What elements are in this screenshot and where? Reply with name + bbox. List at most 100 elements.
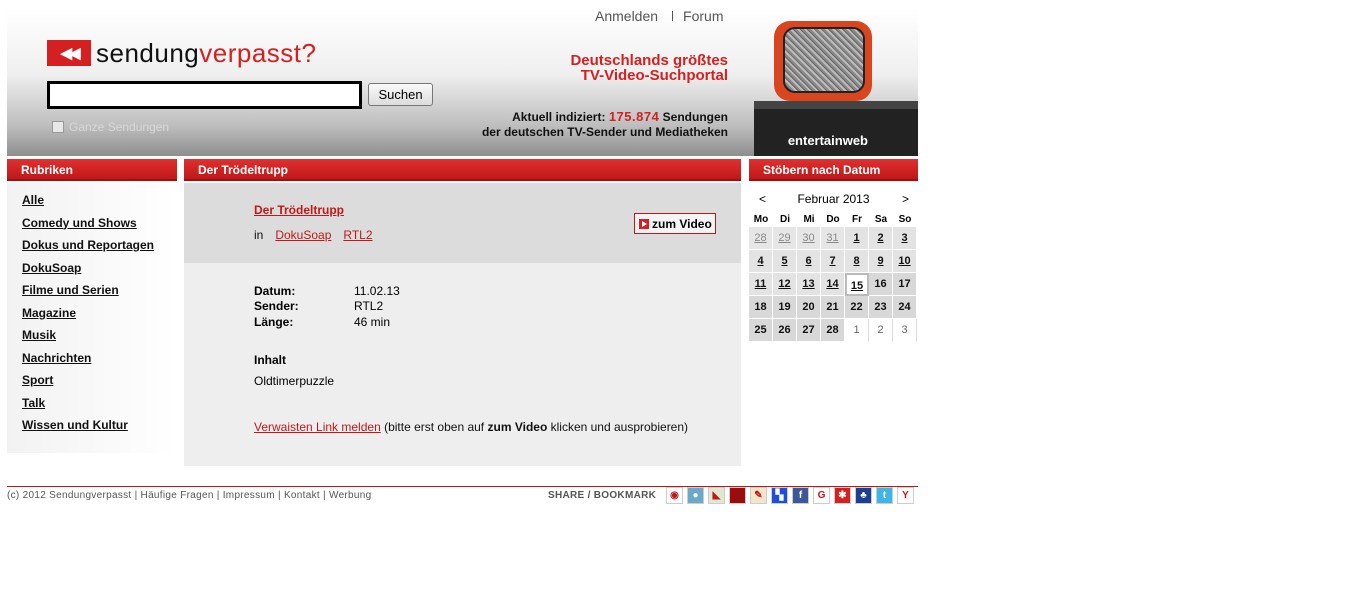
calendar-day[interactable]: 6 — [797, 250, 821, 273]
nav-item-alle[interactable]: Alle — [22, 193, 154, 216]
detail-value: 11.02.13 — [354, 284, 400, 298]
google-icon[interactable]: G — [813, 487, 830, 504]
top-links: Anmelden Forum — [595, 8, 724, 24]
channel-link[interactable]: RTL2 — [343, 228, 372, 242]
bookmark-icon-2[interactable]: ● — [687, 487, 704, 504]
calendar-day[interactable]: 11 — [749, 273, 773, 296]
show-summary: Der Trödeltrupp in DokuSoap RTL2 zum Video — [184, 183, 741, 263]
calendar-next-button[interactable]: > — [902, 192, 909, 206]
nav-link-magazine[interactable]: Magazine — [22, 306, 76, 320]
delicious-icon[interactable]: ▚ — [771, 487, 788, 504]
detail-label: Datum: — [254, 284, 296, 298]
report-link[interactable]: Verwaisten Link melden — [254, 420, 381, 434]
nav-link-comedy[interactable]: Comedy und Shows — [22, 216, 137, 230]
bookmark-icon-4[interactable] — [729, 487, 746, 504]
tv-body — [774, 21, 872, 101]
bookmark-icon-1[interactable]: ◉ — [666, 487, 683, 504]
calendar-day: 24 — [893, 296, 917, 319]
calendar-day: 27 — [797, 319, 821, 342]
nav-link-nachrichten[interactable]: Nachrichten — [22, 351, 91, 365]
report-text-part2: klicken und ausprobieren) — [547, 420, 689, 434]
calendar-day[interactable]: 14 — [821, 273, 845, 296]
calendar-weekday: Do — [826, 214, 840, 225]
detail-value: 46 min — [354, 315, 391, 329]
calendar-weekday: Mi — [803, 214, 815, 225]
watch-video-button[interactable]: zum Video — [634, 213, 716, 234]
show-title-link[interactable]: Der Trödeltrupp — [254, 203, 344, 217]
nav-item-musik[interactable]: Musik — [22, 328, 154, 351]
nav-link-filme[interactable]: Filme und Serien — [22, 283, 119, 297]
nav-heading: Rubriken — [7, 159, 177, 181]
calendar-day[interactable]: 5 — [773, 250, 797, 273]
footer-links[interactable]: (c) 2012 Sendungverpasst | Häufige Frage… — [7, 490, 372, 501]
content-heading: Inhalt — [254, 353, 286, 367]
whole-shows-checkbox[interactable] — [52, 121, 64, 133]
calendar-day[interactable]: 1 — [845, 227, 869, 250]
login-link[interactable]: Anmelden — [595, 8, 658, 24]
nav-item-talk[interactable]: Talk — [22, 396, 154, 419]
nav-link-sport[interactable]: Sport — [22, 373, 53, 387]
rewind-logo-icon: ◀◀ — [47, 40, 91, 66]
nav-item-magazine[interactable]: Magazine — [22, 306, 154, 329]
calendar-weekday: Di — [780, 214, 790, 225]
calendar-day[interactable]: 8 — [845, 250, 869, 273]
calendar-day[interactable]: 2 — [869, 227, 893, 250]
calendar-day[interactable]: 29 — [773, 227, 797, 250]
nav-link-dokusoap[interactable]: DokuSoap — [22, 261, 81, 275]
calendar-day[interactable]: 30 — [797, 227, 821, 250]
report-text-bold: zum Video — [487, 420, 548, 434]
bookmark-icon-9[interactable]: ✱ — [834, 487, 851, 504]
whole-shows-checkbox-wrap[interactable]: Ganze Sendungen — [52, 120, 169, 134]
nav-item-dokusoap[interactable]: DokuSoap — [22, 261, 154, 284]
report-text: Verwaisten Link melden (bitte erst oben … — [254, 420, 688, 434]
calendar-weekday: Sa — [874, 214, 888, 225]
calendar-day[interactable]: 4 — [749, 250, 773, 273]
calendar-day[interactable]: 3 — [893, 227, 917, 250]
play-icon — [639, 218, 649, 229]
nav-item-comedy[interactable]: Comedy und Shows — [22, 216, 154, 239]
nav-link-wissen[interactable]: Wissen und Kultur — [22, 418, 128, 432]
category-link[interactable]: DokuSoap — [275, 228, 331, 242]
calendar-day[interactable]: 7 — [821, 250, 845, 273]
calendar-weekday: Mo — [753, 214, 769, 225]
indexed-suffix: Sendungen — [662, 110, 728, 124]
top-links-separator — [672, 11, 674, 21]
calendar-day[interactable]: 31 — [821, 227, 845, 250]
calendar-weekday: So — [898, 214, 912, 225]
calendar-day[interactable]: 9 — [869, 250, 893, 273]
nav-link-talk[interactable]: Talk — [22, 396, 45, 410]
myspace-icon[interactable]: ♣ — [855, 487, 872, 504]
main-heading: Der Trödeltrupp — [184, 159, 741, 181]
indexed-info: Aktuell indiziert: 175.874 Sendungen der… — [482, 109, 728, 140]
nav-link-dokus[interactable]: Dokus und Reportagen — [22, 238, 154, 252]
bookmark-icon-3[interactable]: ◣ — [708, 487, 725, 504]
tv-stand: entertainweb — [754, 101, 918, 156]
detail-row-date: Datum: 11.02.13 — [254, 284, 400, 298]
calendar-day[interactable]: 10 — [893, 250, 917, 273]
yahoo-icon[interactable]: Y — [897, 487, 914, 504]
calendar-day[interactable]: 12 — [773, 273, 797, 296]
search-input[interactable] — [47, 81, 362, 109]
logo[interactable]: ◀◀ sendungverpasst? — [47, 38, 317, 68]
facebook-icon[interactable]: f — [792, 487, 809, 504]
tv-stand-top — [754, 101, 918, 109]
nav-item-filme[interactable]: Filme und Serien — [22, 283, 154, 306]
nav-item-dokus[interactable]: Dokus und Reportagen — [22, 238, 154, 261]
forum-link[interactable]: Forum — [683, 8, 723, 24]
calendar-day[interactable]: 15 — [845, 273, 869, 296]
nav-item-sport[interactable]: Sport — [22, 373, 154, 396]
nav-link-alle[interactable]: Alle — [22, 193, 44, 207]
calendar-month: Februar 2013 — [797, 192, 870, 206]
calendar-day[interactable]: 13 — [797, 273, 821, 296]
nav-link-musik[interactable]: Musik — [22, 328, 56, 342]
calendar-day[interactable]: 28 — [749, 227, 773, 250]
twitter-icon[interactable]: t — [876, 487, 893, 504]
search-button[interactable]: Suchen — [368, 83, 433, 106]
in-label: in — [254, 228, 264, 242]
report-text-part1: (bitte erst oben auf — [380, 420, 488, 434]
nav-item-nachrichten[interactable]: Nachrichten — [22, 351, 154, 374]
bookmark-icon-5[interactable]: ✎ — [750, 487, 767, 504]
calendar-day: 3 — [893, 319, 917, 342]
nav-item-wissen[interactable]: Wissen und Kultur — [22, 418, 154, 441]
detail-label: Sender: — [254, 299, 299, 313]
